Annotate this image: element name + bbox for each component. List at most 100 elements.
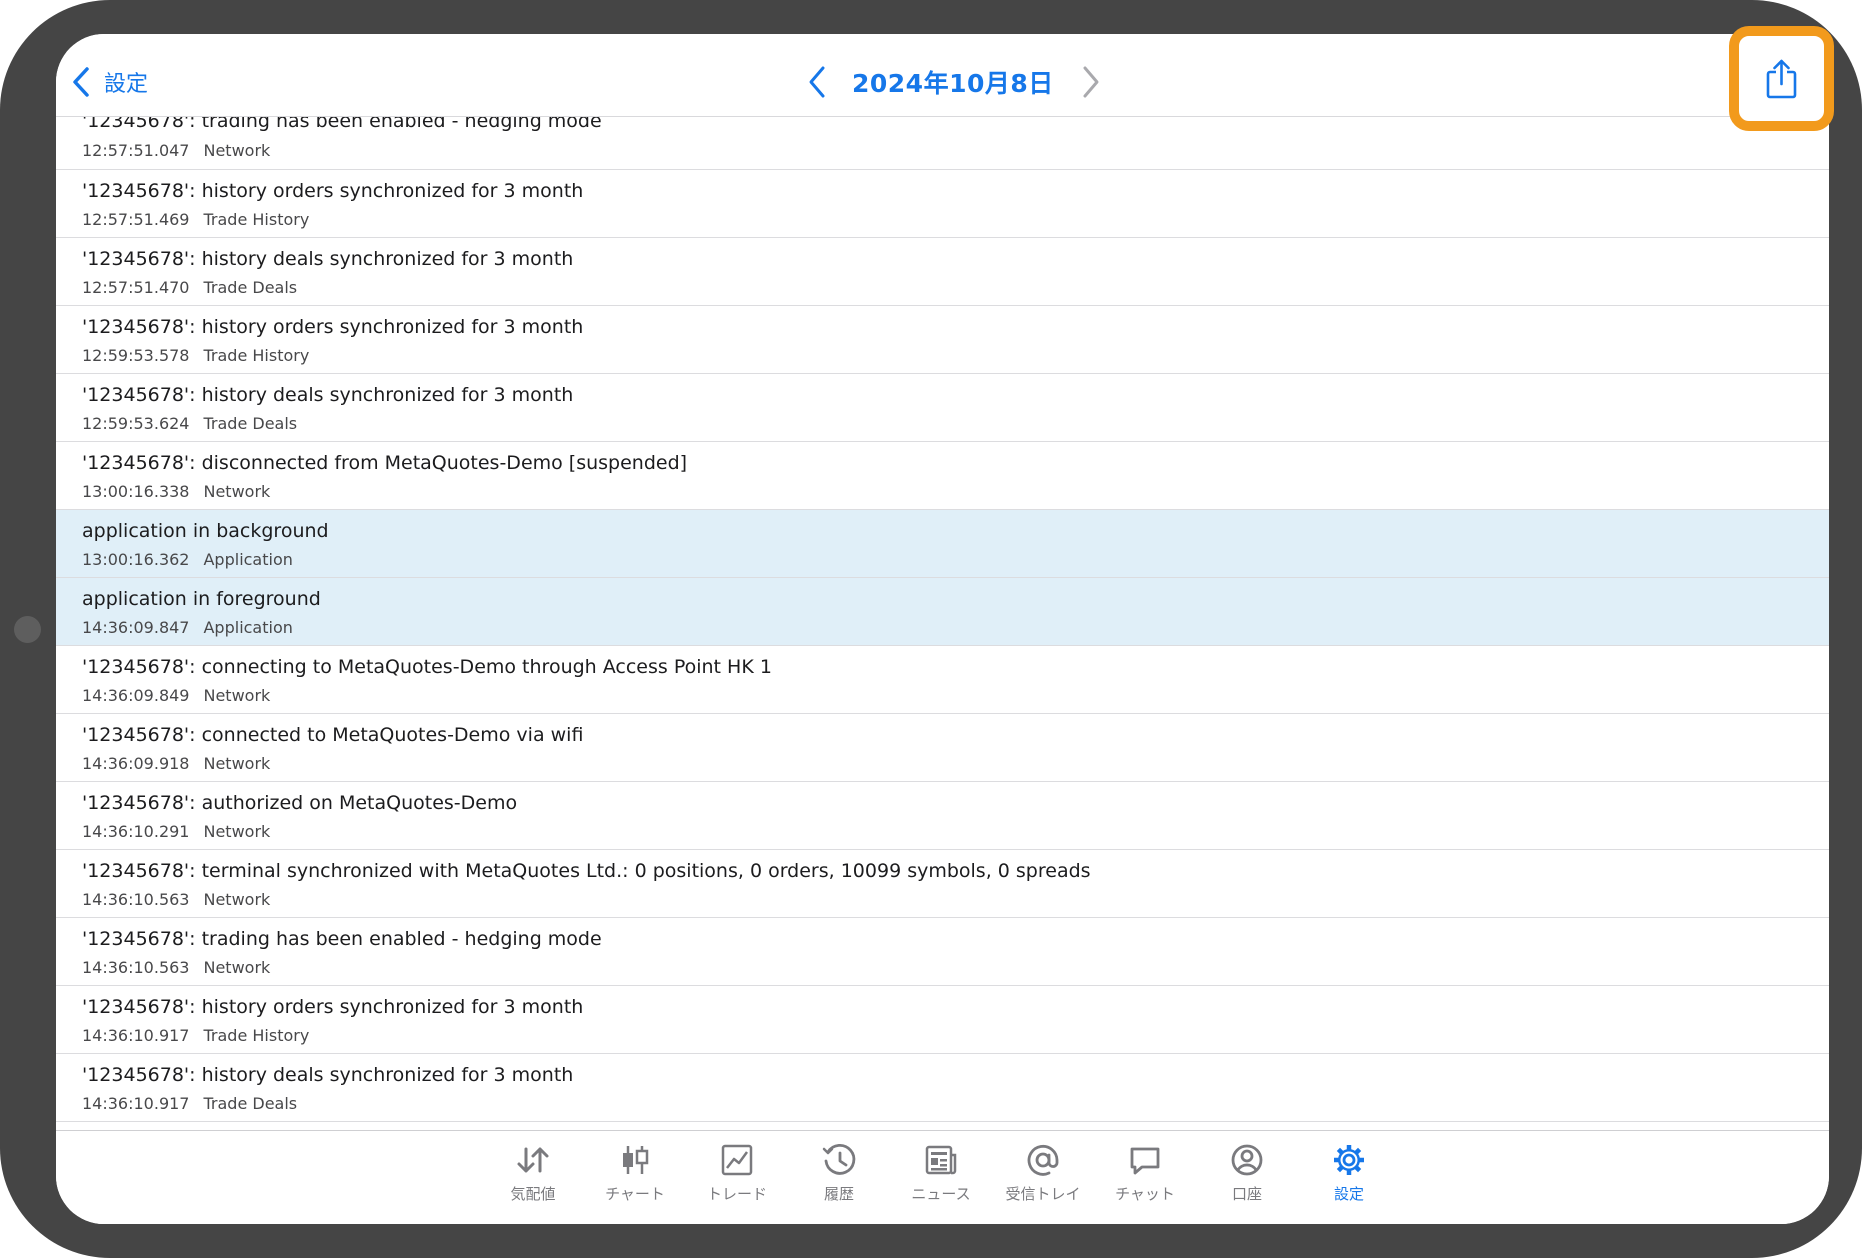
share-icon [1766,59,1797,99]
log-row[interactable]: '12345678': history deals synchronized f… [56,238,1829,306]
at-mail-icon [1027,1144,1059,1176]
log-message: '12345678': trading has been enabled - h… [82,116,602,132]
tab-chat[interactable]: チャット [1095,1143,1195,1204]
log-row[interactable]: '12345678': trading has been enabled - h… [56,116,1829,170]
next-day-chevron-icon[interactable] [1078,65,1102,99]
log-meta: 12:59:53.624 Trade Deals [82,414,297,433]
log-meta: 12:57:51.469 Trade History [82,210,309,229]
log-category: Trade Deals [203,278,298,297]
tab-label: ニュース [911,1185,971,1203]
quotes-arrows-icon [517,1147,549,1173]
log-meta: 14:36:10.563 Network [82,958,270,977]
log-category: Trade Deals [203,1094,298,1113]
log-message: '12345678': history deals synchronized f… [82,248,574,270]
tab-quotes[interactable]: 気配値 [483,1143,583,1204]
log-category: Trade History [203,210,310,229]
log-message: '12345678': authorized on MetaQuotes-Dem… [82,792,518,814]
front-camera [14,616,41,643]
tab-label: 設定 [1333,1185,1364,1203]
log-row-highlighted[interactable]: application in background 13:00:16.362 Ap… [56,510,1829,578]
log-message: '12345678': connecting to MetaQuotes-Dem… [82,656,772,678]
log-message: '12345678': connected to MetaQuotes-Demo… [82,724,584,746]
tab-account[interactable]: 口座 [1197,1143,1297,1204]
device-frame: 設定 2024年10月8日 '12345678': trading has be… [0,0,1862,1258]
log-row[interactable]: '12345678': disconnected from MetaQuotes… [56,442,1829,510]
log-message: '12345678': history orders synchronized … [82,316,584,338]
log-row[interactable]: '12345678': history deals synchronized f… [56,1054,1829,1122]
log-row[interactable]: '12345678': history orders synchronized … [56,170,1829,238]
tab-label: チャット [1115,1185,1175,1203]
tab-news[interactable]: ニュース [891,1143,991,1204]
log-category: Application [203,618,293,637]
log-meta: 12:59:53.578 Trade History [82,346,309,365]
tab-label: 受信トレイ [1005,1185,1081,1203]
log-row[interactable]: '12345678': authorized on MetaQuotes-Dem… [56,782,1829,850]
candlestick-chart-icon [623,1146,649,1174]
chat-bubble-icon [1130,1147,1160,1175]
log-message: application in background [82,520,329,542]
trade-line-chart-icon [721,1144,753,1176]
log-category: Network [203,958,271,977]
log-category: Application [203,550,293,569]
log-time: 12:57:51.470 [82,278,190,297]
tab-history[interactable]: 履歴 [789,1143,889,1204]
back-button-label: 設定 [104,72,149,97]
log-category: Network [203,822,271,841]
tab-label: 気配値 [510,1185,556,1203]
log-time: 12:57:51.469 [82,210,190,229]
log-message: '12345678': disconnected from MetaQuotes… [82,452,688,474]
log-time: 12:59:53.624 [82,414,190,433]
date-title[interactable]: 2024年10月8日 [852,64,1054,100]
previous-day-chevron-icon[interactable] [806,65,830,99]
app-screen: 設定 2024年10月8日 '12345678': trading has be… [56,34,1829,1224]
log-category: Trade History [203,346,310,365]
log-meta: 14:36:10.917 Trade History [82,1026,309,1045]
log-meta: 14:36:09.918 Network [82,754,270,773]
log-category: Network [203,686,271,705]
log-message: '12345678': terminal synchronized with M… [82,860,1091,882]
log-row-highlighted[interactable]: application in foreground 14:36:09.847 Ap… [56,578,1829,646]
log-message: '12345678': history orders synchronized … [82,996,584,1018]
log-row[interactable]: '12345678': history deals synchronized f… [56,374,1829,442]
log-time: 14:36:09.849 [82,686,190,705]
log-meta: 12:57:51.047 Network [82,141,270,160]
tab-bar: 気配値 チャート トレード 履歴 ニュース 受信トレイ チャット 口座 設定 [56,1130,1829,1224]
log-time: 14:36:10.917 [82,1094,190,1113]
back-button[interactable]: 設定 [70,62,148,102]
log-time: 14:36:09.918 [82,754,190,773]
log-category: Network [203,754,271,773]
log-time: 14:36:10.291 [82,822,190,841]
log-row[interactable]: '12345678': connected to MetaQuotes-Demo… [56,714,1829,782]
tab-label: トレード [706,1185,767,1203]
date-navigator: 2024年10月8日 [806,60,1102,104]
log-message: '12345678': trading has been enabled - h… [82,928,602,950]
tab-chart[interactable]: チャート [585,1143,685,1204]
log-message: '12345678': history orders synchronized … [82,180,584,202]
share-button[interactable] [1729,26,1834,131]
log-row[interactable]: '12345678': terminal synchronized with M… [56,850,1829,918]
tab-inbox[interactable]: 受信トレイ [993,1143,1093,1204]
log-row[interactable]: '12345678': history orders synchronized … [56,986,1829,1054]
journal-log-list[interactable]: '12345678': trading has been enabled - h… [56,116,1829,1166]
log-category: Network [203,482,271,501]
log-row[interactable]: '12345678': trading has been enabled - h… [56,918,1829,986]
log-message: '12345678': history deals synchronized f… [82,384,574,406]
log-time: 12:57:51.047 [82,141,190,160]
log-message: application in foreground [82,588,321,610]
tab-label: 履歴 [823,1185,854,1203]
log-time: 13:00:16.362 [82,550,190,569]
history-clock-icon [822,1143,856,1175]
tab-settings[interactable]: 設定 [1299,1143,1399,1204]
tab-trade[interactable]: トレード [687,1143,787,1204]
log-meta: 12:57:51.470 Trade Deals [82,278,297,297]
log-category: Trade History [203,1026,310,1045]
log-category: Trade Deals [203,414,298,433]
log-time: 12:59:53.578 [82,346,190,365]
tab-label: 口座 [1231,1185,1262,1203]
log-row[interactable]: '12345678': history orders synchronized … [56,306,1829,374]
log-row[interactable]: '12345678': connecting to MetaQuotes-Dem… [56,646,1829,714]
navigation-bar: 設定 2024年10月8日 [56,34,1829,117]
log-time: 14:36:10.563 [82,890,190,909]
log-time: 13:00:16.338 [82,482,190,501]
tab-label: チャート [605,1185,665,1203]
